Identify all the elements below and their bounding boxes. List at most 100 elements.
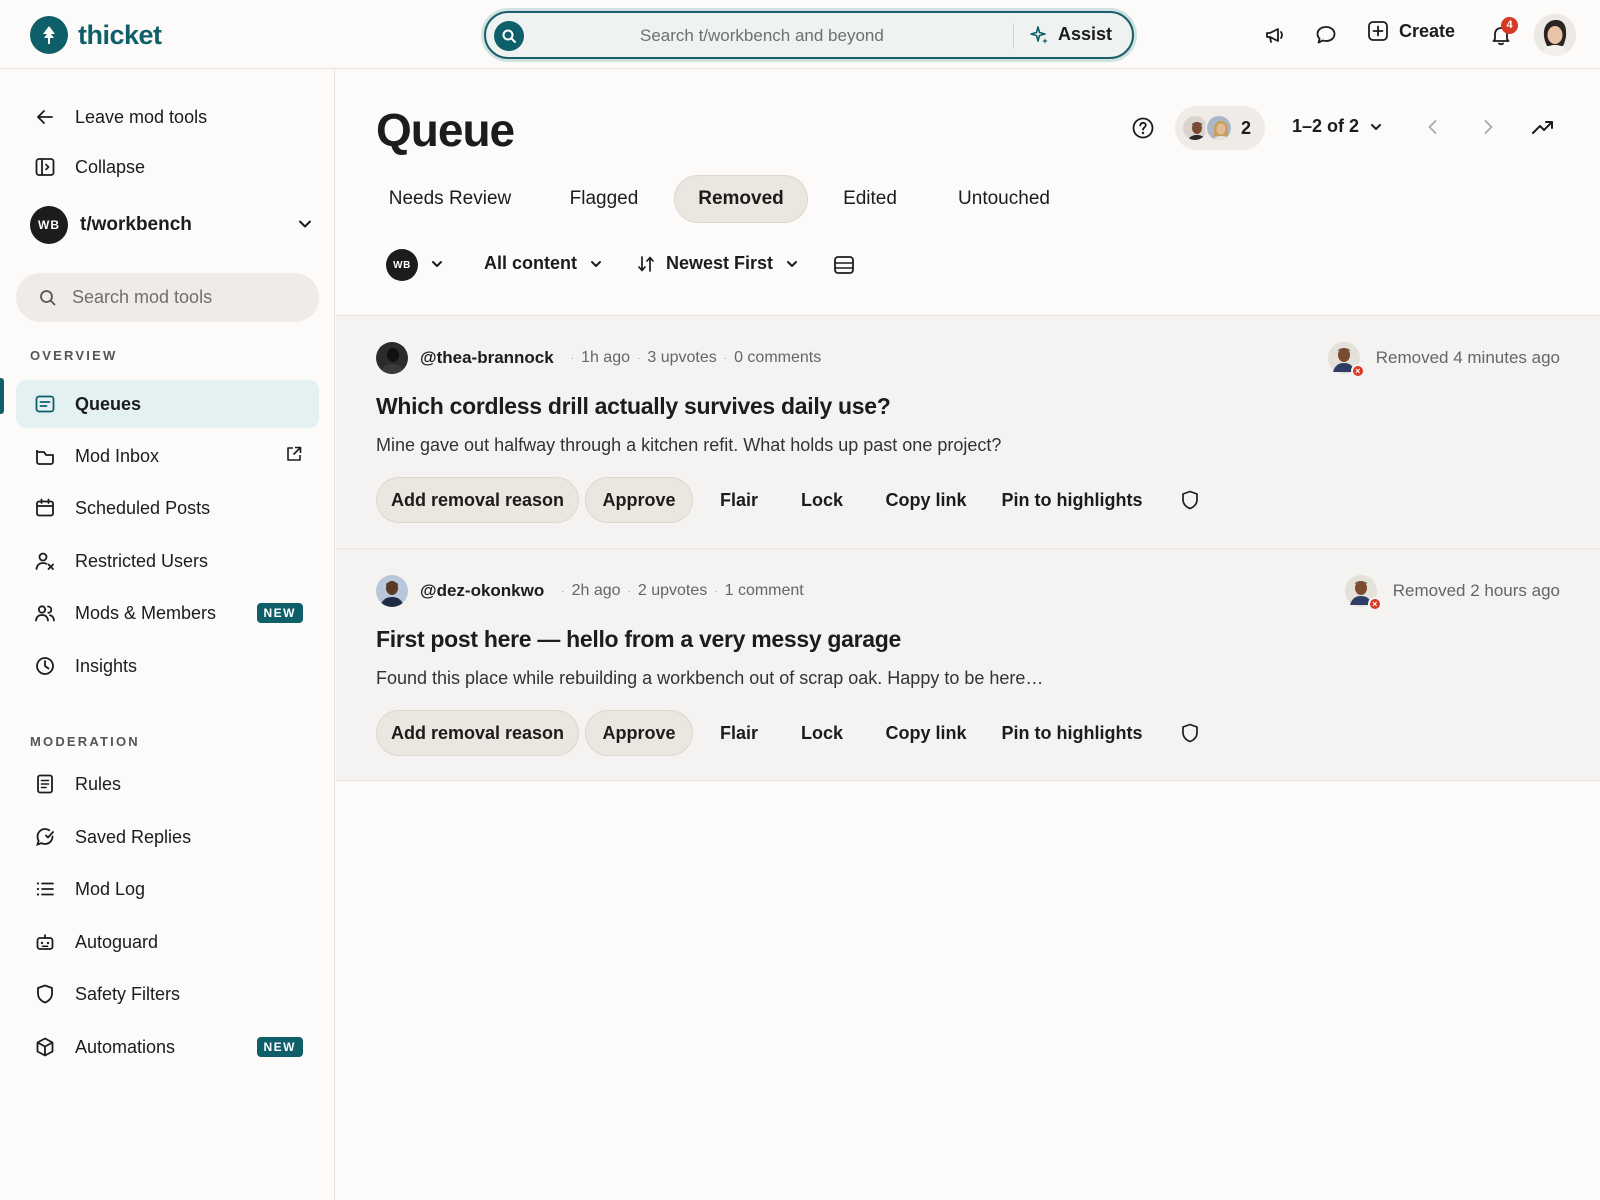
sidebar-item-mod-inbox[interactable]: Mod Inbox bbox=[16, 432, 319, 480]
assist-label: Assist bbox=[1058, 24, 1113, 44]
post-actions: Add removal reason Approve Flair Lock Co… bbox=[376, 477, 1276, 523]
shield-icon[interactable] bbox=[1179, 489, 1201, 516]
page-title: Queue bbox=[376, 104, 515, 156]
sidebar-item-rules[interactable]: Rules bbox=[16, 760, 319, 808]
inbox-icon bbox=[32, 443, 58, 469]
removed-label: Removed 2 hours ago bbox=[1392, 581, 1560, 600]
user-avatar[interactable] bbox=[1534, 14, 1576, 56]
remover-avatar[interactable]: × bbox=[1327, 342, 1365, 378]
add-removal-reason-button[interactable]: Add removal reason bbox=[376, 710, 579, 756]
content-filter-dropdown[interactable]: All content bbox=[484, 253, 605, 274]
active-mods-button[interactable]: 2 bbox=[1175, 106, 1265, 150]
post-title[interactable]: First post here — hello from a very mess… bbox=[376, 626, 901, 653]
sidebar-item-automations[interactable]: Automations NEW bbox=[16, 1023, 319, 1071]
arrow-left-icon bbox=[32, 104, 58, 130]
post-time: 2h ago bbox=[571, 582, 621, 599]
next-page-icon[interactable] bbox=[1477, 116, 1499, 143]
sparkle-icon bbox=[1030, 25, 1048, 44]
queue-post[interactable]: @thea-brannock · 1h ago · 3 upvotes · 0 … bbox=[336, 316, 1600, 547]
post-title[interactable]: Which cordless drill actually survives d… bbox=[376, 393, 891, 420]
tab-flagged[interactable]: Flagged bbox=[546, 175, 662, 223]
logo[interactable]: thicket bbox=[30, 16, 162, 54]
sidebar-item-scheduled-posts[interactable]: Scheduled Posts bbox=[16, 484, 319, 532]
mod-tools-search-input[interactable]: Search mod tools bbox=[72, 287, 212, 308]
sidebar-item-mods-members[interactable]: Mods & Members NEW bbox=[16, 589, 319, 637]
calendar-icon bbox=[32, 495, 58, 521]
flair-button[interactable]: Flair bbox=[699, 477, 779, 523]
shield-icon[interactable] bbox=[1179, 722, 1201, 749]
search-icon[interactable] bbox=[494, 21, 524, 51]
view-mode-icon[interactable] bbox=[832, 253, 856, 282]
sidebar-item-restricted-users[interactable]: Restricted Users bbox=[16, 537, 319, 585]
separator-dot: · bbox=[637, 352, 641, 364]
add-removal-reason-button[interactable]: Add removal reason bbox=[376, 477, 579, 523]
post-meta: @thea-brannock · 1h ago · 3 upvotes · 0 … bbox=[376, 342, 821, 374]
paging-dropdown[interactable]: 1–2 of 2 bbox=[1292, 116, 1385, 137]
copy-link-button[interactable]: Copy link bbox=[865, 710, 987, 756]
community-switcher[interactable]: WB t/workbench bbox=[30, 205, 316, 245]
sidebar-item-label: Queues bbox=[75, 393, 142, 414]
sidebar-item-label: Mod Log bbox=[75, 878, 146, 899]
global-search[interactable]: Search t/workbench and beyond Assist bbox=[484, 11, 1134, 59]
author-avatar[interactable] bbox=[376, 575, 408, 607]
author-username[interactable]: @thea-brannock bbox=[420, 348, 554, 368]
sidebar-item-safety-filters[interactable]: Safety Filters bbox=[16, 970, 319, 1018]
tab-untouched[interactable]: Untouched bbox=[936, 175, 1072, 223]
prev-page-icon[interactable] bbox=[1422, 116, 1444, 143]
copy-link-button[interactable]: Copy link bbox=[865, 477, 987, 523]
queue-post[interactable]: @dez-okonkwo · 2h ago · 2 upvotes · 1 co… bbox=[336, 549, 1600, 780]
chat-icon[interactable] bbox=[1313, 22, 1339, 48]
post-comments[interactable]: 0 comments bbox=[734, 349, 821, 367]
sidebar-item-autoguard[interactable]: Autoguard bbox=[16, 918, 319, 966]
separator-dot: · bbox=[723, 352, 728, 364]
tab-edited[interactable]: Edited bbox=[820, 175, 920, 223]
removed-status: × Removed 2 hours ago bbox=[1344, 575, 1560, 611]
flair-button[interactable]: Flair bbox=[699, 710, 779, 756]
pin-to-highlights-button[interactable]: Pin to highlights bbox=[987, 710, 1157, 756]
leave-mod-tools-button[interactable]: Leave mod tools bbox=[16, 93, 319, 141]
trending-icon[interactable] bbox=[1530, 114, 1556, 145]
external-link-icon[interactable] bbox=[285, 445, 303, 468]
lock-button[interactable]: Lock bbox=[779, 477, 865, 523]
sort-label: Newest First bbox=[666, 253, 774, 273]
tab-needs-review[interactable]: Needs Review bbox=[376, 175, 524, 223]
divider bbox=[336, 780, 1600, 781]
tab-removed[interactable]: Removed bbox=[674, 175, 808, 223]
megaphone-icon[interactable] bbox=[1262, 22, 1288, 48]
author-avatar[interactable] bbox=[376, 342, 408, 374]
author-username[interactable]: @dez-okonkwo bbox=[420, 581, 544, 601]
post-comments[interactable]: 1 comment bbox=[725, 582, 804, 600]
chevron-down-icon bbox=[294, 213, 316, 240]
removed-status: × Removed 4 minutes ago bbox=[1327, 342, 1560, 378]
pin-to-highlights-button[interactable]: Pin to highlights bbox=[987, 477, 1157, 523]
sidebar-item-label: Insights bbox=[75, 655, 138, 676]
search-divider bbox=[1013, 23, 1014, 49]
top-header: thicket Search t/workbench and beyond As… bbox=[0, 0, 1600, 69]
removed-x-icon: × bbox=[1367, 597, 1382, 611]
community-filter-badge[interactable]: WB bbox=[386, 249, 418, 281]
active-indicator bbox=[0, 378, 4, 414]
sidebar-item-saved-replies[interactable]: Saved Replies bbox=[16, 813, 319, 861]
post-actions: Add removal reason Approve Flair Lock Co… bbox=[376, 710, 1276, 756]
lock-button[interactable]: Lock bbox=[779, 710, 865, 756]
assist-button[interactable]: Assist bbox=[1030, 24, 1112, 45]
remover-avatar[interactable]: × bbox=[1344, 575, 1382, 611]
chevron-down-icon[interactable] bbox=[428, 255, 446, 278]
mod-tools-search[interactable]: Search mod tools bbox=[16, 273, 319, 322]
help-icon[interactable] bbox=[1131, 116, 1155, 145]
sidebar-item-insights[interactable]: Insights bbox=[16, 642, 319, 690]
search-input[interactable]: Search t/workbench and beyond bbox=[640, 26, 884, 46]
sidebar-item-mod-log[interactable]: Mod Log bbox=[16, 865, 319, 913]
create-button[interactable]: Create bbox=[1367, 20, 1455, 42]
collapse-sidebar-icon bbox=[32, 154, 58, 180]
sort-dropdown[interactable]: Newest First bbox=[636, 253, 801, 274]
sidebar-item-label: Safety Filters bbox=[75, 983, 181, 1004]
collapse-button[interactable]: Collapse bbox=[16, 143, 319, 191]
approve-button[interactable]: Approve bbox=[585, 477, 693, 523]
sidebar-item-queues[interactable]: Queues bbox=[16, 380, 319, 428]
plus-square-icon bbox=[1368, 21, 1388, 41]
filter-bar: WB All content Newest First bbox=[376, 247, 976, 283]
post-body: Found this place while rebuilding a work… bbox=[376, 668, 1044, 688]
approve-button[interactable]: Approve bbox=[585, 710, 693, 756]
thicket-logo-icon bbox=[30, 16, 68, 54]
